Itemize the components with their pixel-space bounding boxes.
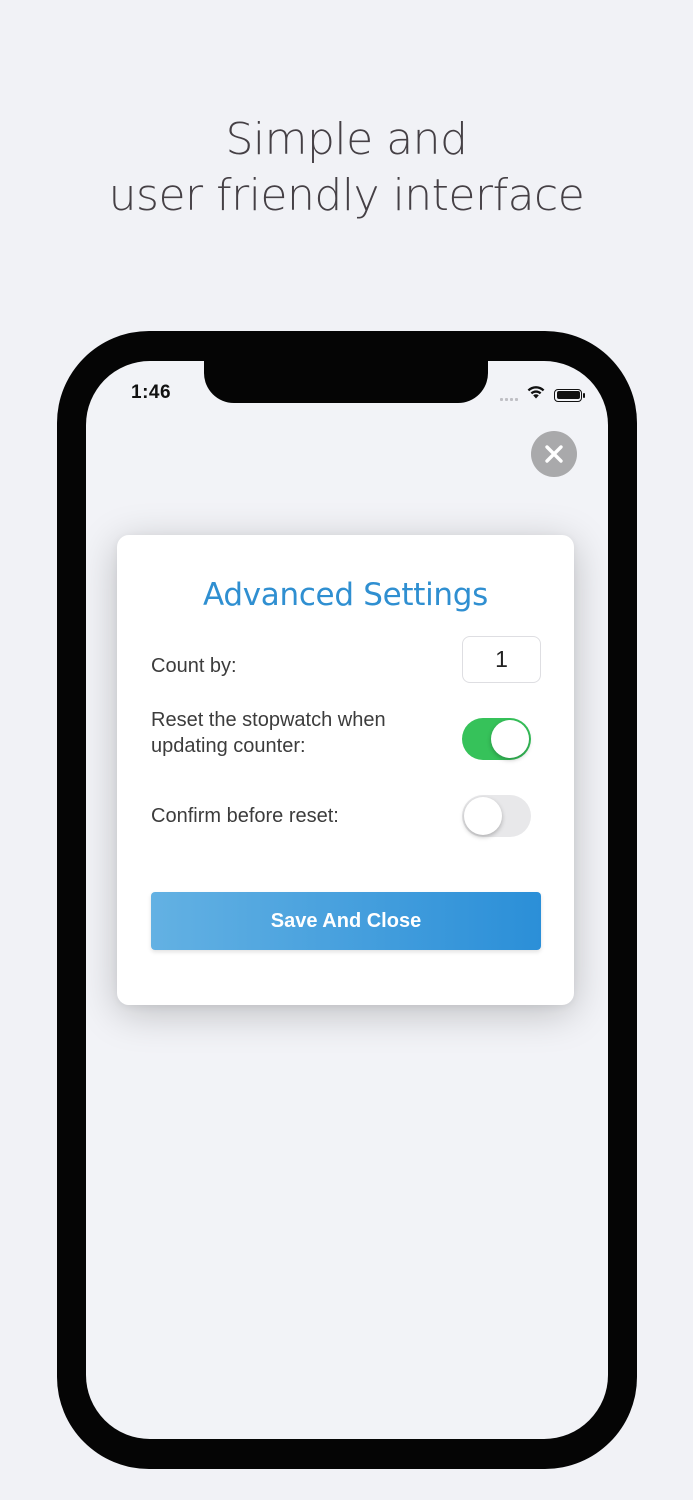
reset-stopwatch-label: Reset the stopwatch when updating counte…	[151, 709, 386, 757]
promo-headline: Simple and user friendly interface	[0, 112, 693, 224]
advanced-settings-dialog: Advanced Settings Count by: Reset the st…	[117, 535, 574, 1005]
save-and-close-button[interactable]: Save And Close	[151, 892, 541, 950]
signal-dots-icon	[500, 389, 518, 401]
headline-line-2: user friendly interface	[108, 170, 585, 221]
phone-notch	[204, 361, 488, 403]
wifi-icon	[526, 385, 546, 405]
phone-screen: 1:46 Advanced Settings Count by: 1 Reset…	[86, 361, 608, 1439]
toggle-knob	[464, 797, 502, 835]
dialog-title: Advanced Settings	[202, 577, 489, 613]
reset-stopwatch-toggle[interactable]	[462, 718, 531, 760]
close-button[interactable]	[531, 431, 577, 477]
battery-icon	[554, 388, 585, 402]
confirm-reset-toggle[interactable]	[462, 795, 531, 837]
count-by-input[interactable]	[462, 636, 541, 683]
toggle-knob	[491, 720, 529, 758]
status-icons	[500, 385, 585, 405]
close-icon	[545, 445, 563, 463]
status-time: 1:46	[131, 382, 172, 403]
phone-frame: 1:46 Advanced Settings Count by: 1 Reset…	[57, 331, 637, 1469]
count-by-label: Count by:	[151, 655, 237, 677]
headline-line-1: Simple and	[225, 114, 468, 165]
confirm-reset-label: Confirm before reset:	[151, 805, 339, 827]
